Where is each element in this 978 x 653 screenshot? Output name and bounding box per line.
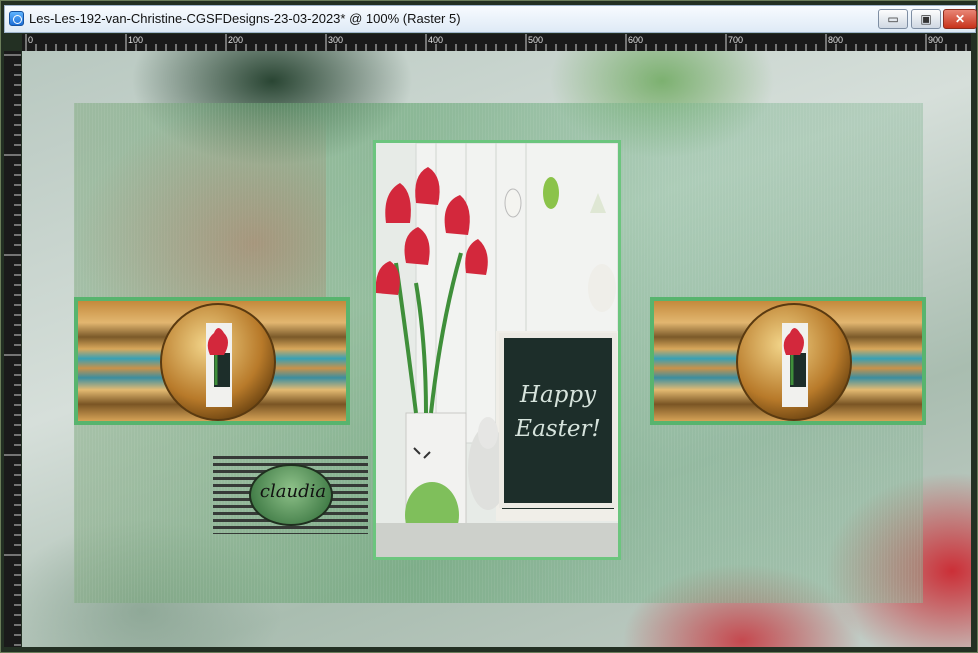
chalkboard: Happy Easter! — [499, 333, 617, 508]
left-banner — [74, 297, 350, 425]
vertical-ruler — [4, 51, 21, 647]
ruler-label-300: 300 — [328, 35, 343, 45]
frame-tint — [74, 103, 326, 303]
chalkboard-line2: Easter! — [515, 416, 601, 442]
image-canvas[interactable]: Happy Easter! claudia — [22, 51, 971, 647]
glass-sphere-left — [160, 303, 276, 421]
tulip-mini-right — [782, 323, 808, 407]
close-button[interactable]: ✕ — [943, 9, 977, 29]
right-banner — [650, 297, 926, 425]
ruler-label-700: 700 — [728, 35, 743, 45]
minimize-button[interactable]: ▭ — [878, 9, 908, 29]
maximize-button[interactable]: ▣ — [911, 9, 941, 29]
paintshop-icon — [9, 11, 24, 26]
center-photo: Happy Easter! — [373, 140, 621, 560]
ruler-label-600: 600 — [628, 35, 643, 45]
image-window: Les-Les-192-van-Christine-CGSFDesigns-23… — [0, 0, 978, 653]
window-title: Les-Les-192-van-Christine-CGSFDesigns-23… — [29, 11, 461, 26]
ruler-label-200: 200 — [228, 35, 243, 45]
title-bar[interactable]: Les-Les-192-van-Christine-CGSFDesigns-23… — [4, 5, 977, 33]
watermark-text: claudia — [259, 481, 327, 502]
chalkboard-line1: Happy — [519, 382, 597, 408]
ruler-label-0: 0 — [28, 35, 33, 45]
vertical-ruler-ticks — [4, 54, 21, 646]
ruler-label-900: 900 — [928, 35, 943, 45]
glass-sphere-right — [736, 303, 852, 421]
tulip-mini-left — [206, 323, 232, 407]
ruler-label-800: 800 — [828, 35, 843, 45]
ruler-ticks: 0 100 200 300 400 500 600 700 800 900 — [25, 34, 967, 51]
horizontal-ruler: 0 100 200 300 400 500 600 700 800 900 — [22, 34, 971, 51]
ruler-label-500: 500 — [528, 35, 543, 45]
ruler-label-100: 100 — [128, 35, 143, 45]
ruler-label-400: 400 — [428, 35, 443, 45]
